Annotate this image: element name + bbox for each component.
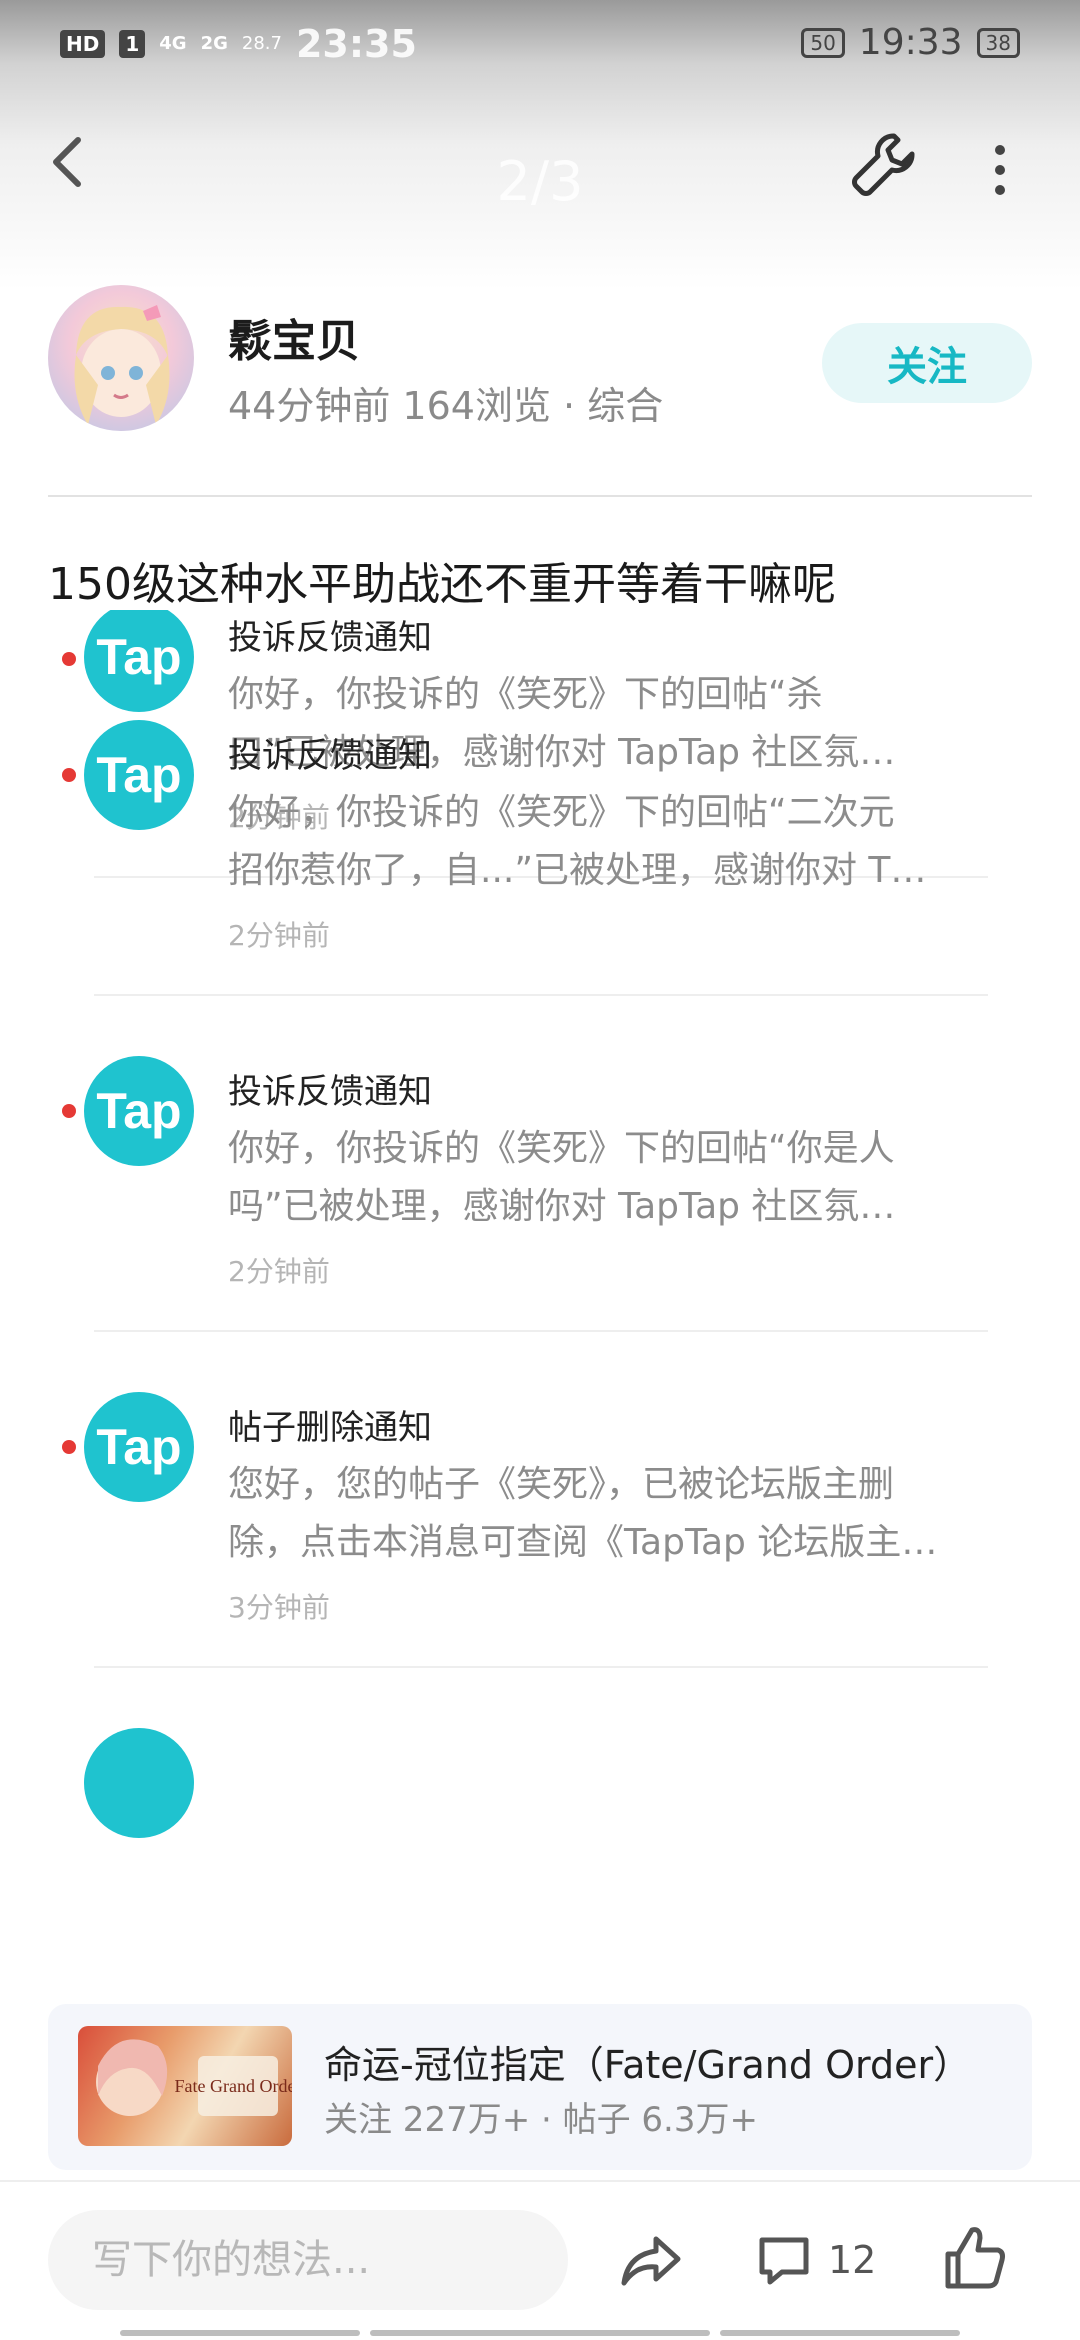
avatar[interactable] bbox=[48, 285, 194, 431]
like-button[interactable] bbox=[940, 2220, 1010, 2296]
bottom-divider bbox=[0, 2180, 1080, 2182]
game-thumbnail: Fate Grand Order bbox=[78, 2026, 292, 2146]
comment-icon bbox=[759, 2237, 809, 2285]
author-name[interactable]: 鬏宝贝 bbox=[228, 305, 360, 369]
notification-time: 3分钟前 bbox=[228, 1591, 330, 1624]
share-icon bbox=[621, 2236, 681, 2286]
game-card[interactable]: Fate Grand Order 命运-冠位指定（Fate/Grand Orde… bbox=[48, 2004, 1032, 2170]
author-row: 鬏宝贝 44分钟前 164浏览 · 综合 关注 bbox=[48, 285, 1032, 435]
network-2g: 2G bbox=[200, 33, 228, 54]
notification-item bbox=[0, 1728, 1080, 1950]
notification-body: 你好，你投诉的《笑死》下的回帖“你是人 吗”已被处理，感谢你对 TapTap 社… bbox=[228, 1128, 896, 1227]
battery-indicator: 50 bbox=[801, 27, 845, 58]
unread-dot bbox=[62, 652, 76, 666]
gesture-bar bbox=[370, 2330, 710, 2336]
wrench-icon bbox=[852, 133, 915, 196]
more-vertical-icon bbox=[995, 145, 1005, 195]
separator bbox=[94, 994, 988, 996]
network-4g: 4G bbox=[159, 33, 187, 54]
notification-title: 投诉反馈通知 bbox=[228, 618, 432, 658]
post-meta: 44分钟前 164浏览 · 综合 bbox=[228, 384, 664, 428]
post-title: 150级这种水平助战还不重开等着干嘛呢 bbox=[48, 559, 836, 610]
notification-item: Tap 投诉反馈通知 你好，你投诉的《笑死》下的回帖“二次元 招你惹你了，自..… bbox=[0, 720, 1080, 1056]
status-bar: HD 1 4G 2G 28.7 23:35 50 19:33 38 bbox=[0, 0, 1080, 90]
separator bbox=[94, 1330, 988, 1332]
unread-dot bbox=[62, 1104, 76, 1118]
taptap-logo bbox=[84, 1728, 194, 1838]
comment-input[interactable] bbox=[48, 2210, 568, 2310]
notification-item: Tap 帖子删除通知 您好，您的帖子《笑死》，已被论坛版主删 除，点击本消息可查… bbox=[0, 1392, 1080, 1728]
hd-badge: HD bbox=[60, 30, 106, 58]
comment-count: 12 bbox=[828, 2238, 877, 2282]
avatar-illustration bbox=[74, 305, 170, 425]
wrench-button[interactable] bbox=[848, 130, 918, 200]
post-image[interactable]: Tap 投诉反馈通知 你好，你投诉的《笑死》下的回帖“杀 口”已被处理，感谢你对… bbox=[0, 610, 1080, 1950]
notification-time: 2分钟前 bbox=[228, 1255, 330, 1288]
clock: 19:33 bbox=[858, 22, 963, 63]
divider bbox=[48, 495, 1032, 497]
game-cover-art: Fate Grand Order bbox=[96, 2039, 292, 2116]
sim-badge: 1 bbox=[119, 30, 146, 58]
page-indicator: 2/3 bbox=[496, 150, 584, 213]
svg-text:Fate Grand Order: Fate Grand Order bbox=[175, 2076, 292, 2096]
comment-button[interactable]: 12 bbox=[754, 2222, 904, 2298]
ghost-time: 23:35 bbox=[295, 22, 417, 66]
follow-button[interactable]: 关注 bbox=[822, 323, 1032, 403]
taptap-logo: Tap bbox=[84, 1056, 194, 1166]
taptap-logo: Tap bbox=[84, 610, 194, 712]
more-button[interactable] bbox=[980, 140, 1020, 200]
separator bbox=[94, 1666, 988, 1668]
notification-title: 投诉反馈通知 bbox=[228, 736, 432, 776]
top-header: 2/3 bbox=[0, 110, 1080, 230]
status-right: 50 19:33 38 bbox=[801, 22, 1020, 63]
notification-time: 2分钟前 bbox=[228, 919, 330, 952]
thumbs-up-icon bbox=[945, 2227, 1005, 2289]
game-name: 命运-冠位指定（Fate/Grand Order） bbox=[324, 2043, 972, 2087]
notification-title: 帖子删除通知 bbox=[228, 1408, 432, 1448]
notification-item: Tap 投诉反馈通知 你好，你投诉的《笑死》下的回帖“你是人 吗”已被处理，感谢… bbox=[0, 1056, 1080, 1392]
unread-dot bbox=[62, 768, 76, 782]
battery-indicator-2: 38 bbox=[976, 27, 1020, 58]
gesture-bar bbox=[720, 2330, 960, 2336]
notification-title: 投诉反馈通知 bbox=[228, 1072, 432, 1112]
gesture-bar bbox=[120, 2330, 360, 2336]
taptap-logo: Tap bbox=[84, 1392, 194, 1502]
notification-body: 你好，你投诉的《笑死》下的回帖“二次元 招你惹你了，自...”已被处理，感谢你对… bbox=[228, 792, 927, 891]
game-stats: 关注 227万+ · 帖子 6.3万+ bbox=[324, 2100, 758, 2140]
taptap-logo: Tap bbox=[84, 720, 194, 830]
unread-dot bbox=[62, 1440, 76, 1454]
share-button[interactable] bbox=[616, 2225, 686, 2295]
notification-item: Tap 投诉反馈通知 你好，你投诉的《笑死》下的回帖“杀 口”已被处理，感谢你对… bbox=[0, 610, 1080, 878]
notification-body: 您好，您的帖子《笑死》，已被论坛版主删 除，点击本消息可查阅《TapTap 论坛… bbox=[228, 1464, 938, 1563]
net-speed: 28.7 bbox=[241, 33, 282, 54]
status-left: HD 1 4G 2G 28.7 23:35 bbox=[60, 22, 417, 66]
